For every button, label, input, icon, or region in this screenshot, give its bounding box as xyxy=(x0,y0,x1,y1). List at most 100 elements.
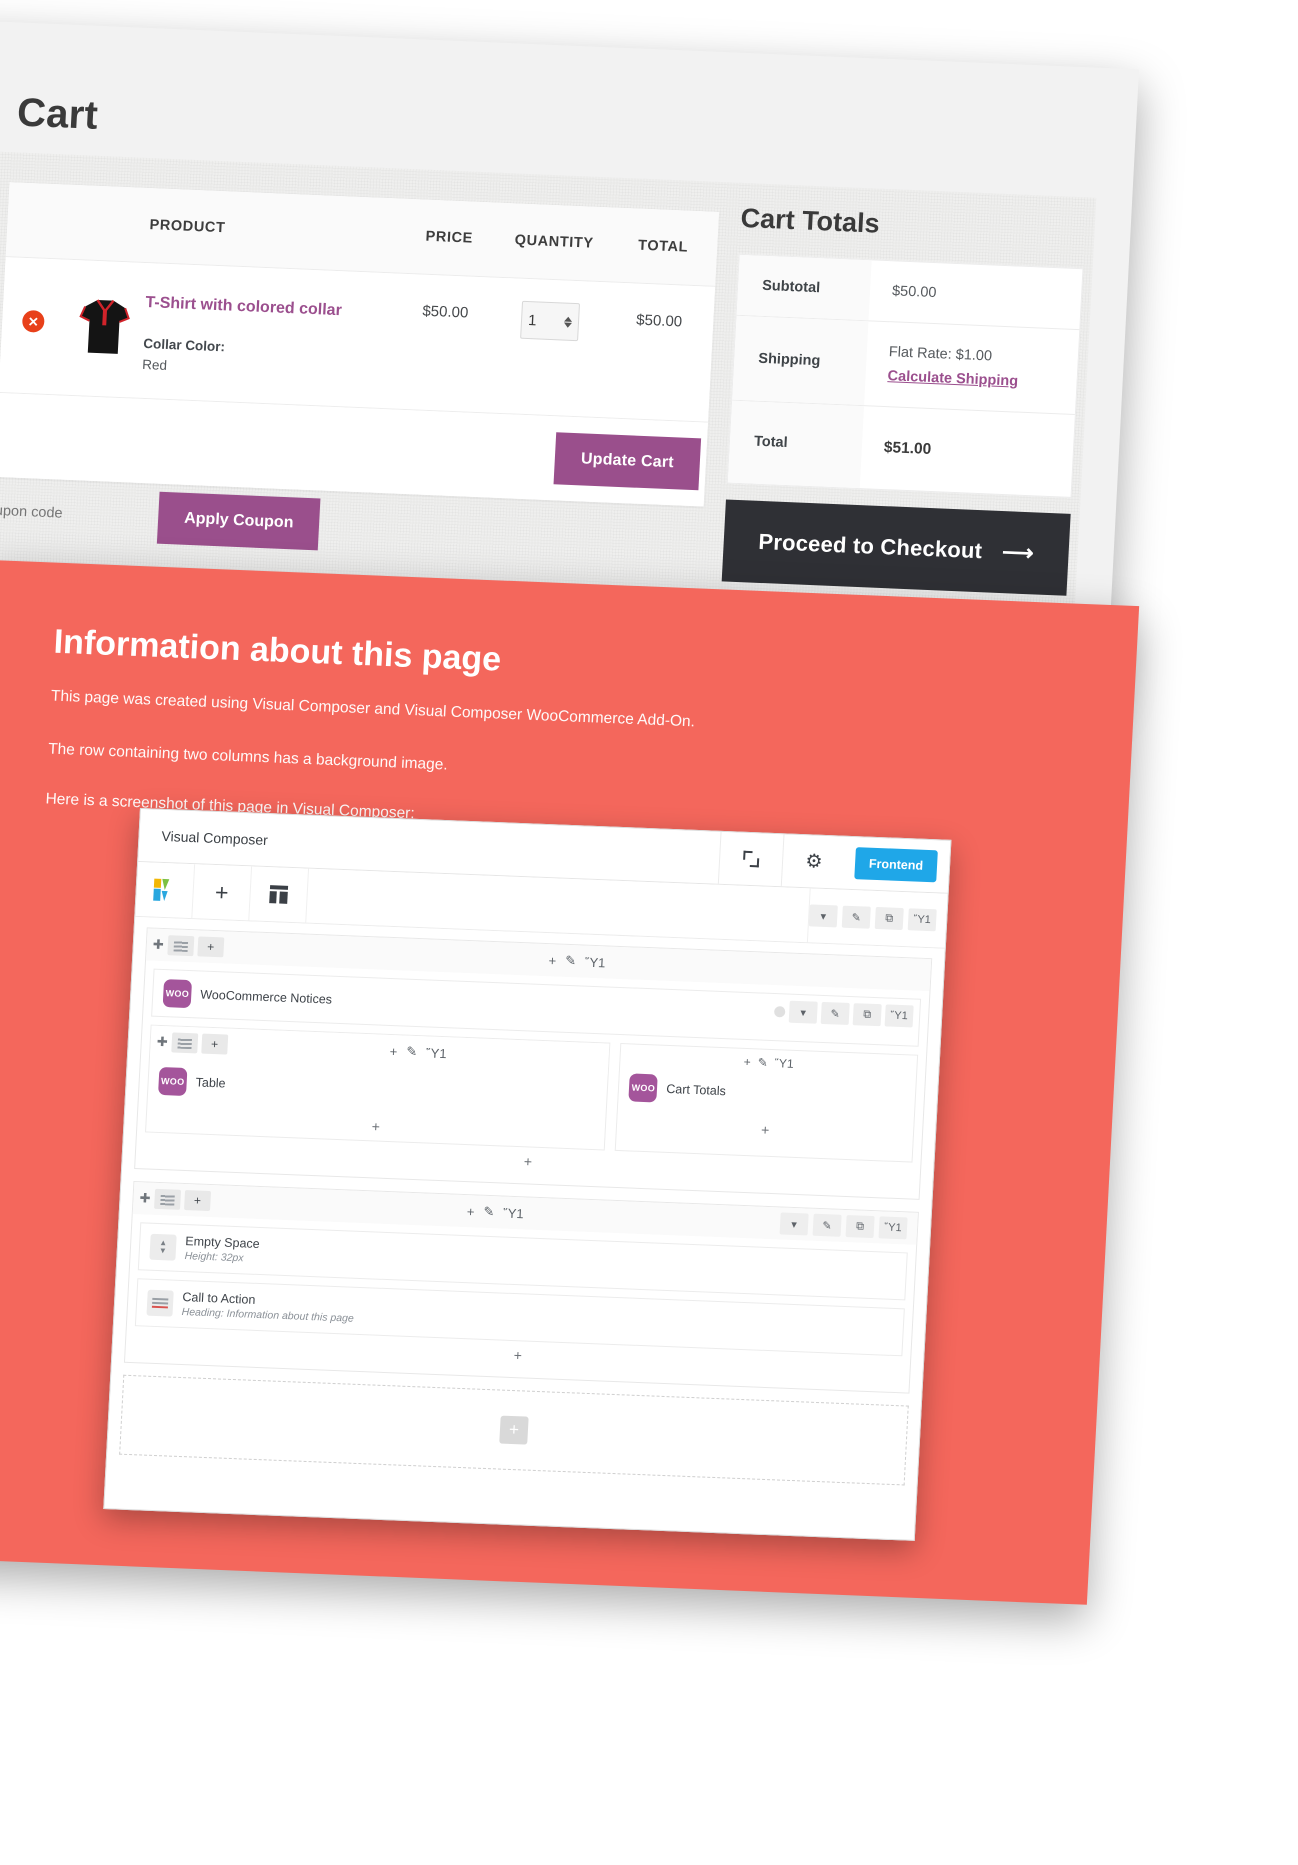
column-header-quantity: QUANTITY xyxy=(514,232,595,252)
empty-space-sub: Height: 32px xyxy=(184,1250,244,1265)
column-delete-icon[interactable]: Ὕ1 xyxy=(426,1045,447,1061)
templates-button[interactable] xyxy=(249,866,310,923)
apply-coupon-button[interactable]: Apply Coupon xyxy=(156,491,321,551)
page-title: Cart xyxy=(16,90,100,138)
quantity-spinner-icon[interactable] xyxy=(563,316,573,328)
visual-composer-canvas: ✚ + + ✎ Ὕ1 WOO WooCommerce Notices ▾ ✎ ⧉… xyxy=(106,916,945,1496)
settings-button[interactable]: ⚙ xyxy=(780,834,847,889)
remove-item-icon[interactable]: ✕ xyxy=(21,309,45,333)
add-column-icon[interactable]: + xyxy=(201,1033,229,1055)
builder-column-left: ✚ + + ✎ Ὕ1 WOO Table + xyxy=(145,1024,611,1151)
element-dropdown-icon[interactable]: ▾ xyxy=(788,1000,818,1024)
quantity-value: 1 xyxy=(527,311,537,329)
drag-handle-icon[interactable]: ✚ xyxy=(139,1190,151,1206)
product-name-link[interactable]: T-Shirt with colored collar xyxy=(145,291,396,325)
visual-composer-screenshot: ▲ Visual Composer ⚙ Frontend + xyxy=(103,808,952,1541)
notices-element-controls: ▾ ✎ ⧉ Ὕ1 xyxy=(773,1000,914,1028)
tshirt-thumbnail xyxy=(79,299,130,354)
row-edit-icon[interactable]: ✎ xyxy=(483,1204,495,1220)
totals-row-total: Total $51.00 xyxy=(727,400,1075,497)
column-header-thumbnail xyxy=(70,222,150,225)
row-edit-pencil-icon[interactable]: ✎ xyxy=(812,1213,842,1237)
visual-composer-logo xyxy=(153,878,170,902)
section-controls-top: ▾ ✎ ⧉ Ὕ1 xyxy=(808,904,947,932)
plus-icon: + xyxy=(214,878,230,906)
empty-space-label: Empty Space xyxy=(185,1234,261,1251)
totals-label-subtotal: Subtotal xyxy=(736,254,872,321)
totals-label-shipping: Shipping xyxy=(732,315,869,406)
edit-pencil-icon[interactable]: ✎ xyxy=(841,905,871,929)
column-edit-icon[interactable]: ✎ xyxy=(757,1055,768,1069)
screenshot-stage: Cart PRODUCT PRICE QUANTITY TOTAL ✕ T-Sh… xyxy=(0,0,1298,1865)
duplicate-icon[interactable]: ⧉ xyxy=(874,906,904,931)
column-header-remove xyxy=(8,219,70,222)
empty-space-icon: ▲ ▼ xyxy=(149,1233,177,1261)
expand-button[interactable] xyxy=(717,831,784,887)
quantity-stepper[interactable]: 1 xyxy=(520,300,581,342)
dropdown-caret-icon[interactable]: ▾ xyxy=(808,904,838,928)
expand-icon xyxy=(743,851,760,868)
row-add-icon[interactable]: + xyxy=(466,1204,474,1219)
column-left-controls: ✚ + xyxy=(150,1032,229,1055)
information-paragraph-2: The row containing two columns has a bac… xyxy=(47,740,449,774)
add-row-dropzone[interactable]: + xyxy=(119,1374,909,1486)
product-thumbnail-cell xyxy=(63,282,147,359)
calculate-shipping-link[interactable]: Calculate Shipping xyxy=(887,368,1077,392)
information-heading: Information about this page xyxy=(52,622,503,679)
column-layout-icon[interactable] xyxy=(153,1188,181,1210)
call-to-action-text: Call to Action Heading: Information abou… xyxy=(181,1290,355,1325)
column-edit-icon[interactable]: ✎ xyxy=(406,1044,418,1060)
add-column-icon[interactable]: + xyxy=(183,1190,211,1212)
row-1-left-controls: ✚ + xyxy=(146,934,225,958)
add-element-button[interactable]: + xyxy=(192,864,253,921)
call-to-action-icon xyxy=(146,1289,174,1317)
element-duplicate-icon[interactable]: ⧉ xyxy=(852,1003,882,1027)
column-header-product: PRODUCT xyxy=(149,217,226,237)
totals-value-subtotal: $50.00 xyxy=(891,283,937,302)
woocommerce-badge-icon: WOO xyxy=(162,979,193,1009)
builder-row-1: ✚ + + ✎ Ὕ1 WOO WooCommerce Notices ▾ ✎ ⧉… xyxy=(134,927,933,1200)
quantity-cell: 1 xyxy=(494,300,606,343)
gear-icon: ⚙ xyxy=(804,850,824,873)
woocommerce-badge-icon: WOO xyxy=(158,1066,188,1097)
row-dropdown-icon[interactable]: ▾ xyxy=(779,1212,809,1236)
element-edit-icon[interactable]: ✎ xyxy=(820,1001,850,1025)
cart-totals-panel: Cart Totals Subtotal $50.00 Shipping Fla… xyxy=(721,203,1087,596)
status-dot-icon xyxy=(773,1005,786,1017)
row-edit-icon[interactable]: ✎ xyxy=(565,953,577,969)
layout-icon xyxy=(269,885,289,904)
empty-space-text: Empty Space Height: 32px xyxy=(184,1234,260,1265)
row-delete-icon[interactable]: Ὕ1 xyxy=(503,1205,524,1221)
information-paragraph-1: This page was created using Visual Compo… xyxy=(50,687,696,731)
coupon-input[interactable] xyxy=(0,482,160,545)
proceed-to-checkout-button[interactable]: Proceed to Checkout ⟶ xyxy=(721,499,1071,596)
element-delete-icon[interactable]: Ὕ1 xyxy=(884,1004,914,1028)
drag-handle-icon[interactable]: ✚ xyxy=(152,937,165,953)
delete-trash-icon[interactable]: Ὕ1 xyxy=(907,908,937,932)
builder-column-right: + ✎ Ὕ1 WOO Cart Totals + xyxy=(615,1043,919,1163)
column-header-total: TOTAL xyxy=(637,237,689,256)
remove-cell: ✕ xyxy=(2,279,67,334)
visual-composer-logo-button[interactable] xyxy=(135,861,196,919)
row-1-content: WOO WooCommerce Notices ▾ ✎ ⧉ Ὕ1 ✚ + + ✎… xyxy=(135,960,929,1198)
column-delete-icon[interactable]: Ὕ1 xyxy=(774,1056,794,1071)
arrow-right-icon: ⟶ xyxy=(1001,539,1035,566)
drag-handle-icon[interactable]: ✚ xyxy=(156,1034,168,1050)
row-2-right-controls: ▾ ✎ ⧉ Ὕ1 xyxy=(779,1212,918,1240)
column-layout-icon[interactable] xyxy=(167,935,195,957)
row-trash-icon[interactable]: Ὕ1 xyxy=(878,1216,908,1240)
column-add-icon[interactable]: + xyxy=(389,1043,397,1058)
row-delete-icon[interactable]: Ὕ1 xyxy=(585,954,606,970)
product-meta-value: Red xyxy=(141,357,168,374)
row-duplicate-icon[interactable]: ⧉ xyxy=(845,1215,875,1239)
update-cart-button[interactable]: Update Cart xyxy=(553,432,702,491)
row-add-icon[interactable]: + xyxy=(548,953,556,968)
product-price: $50.00 xyxy=(422,302,469,322)
totals-row-shipping: Shipping Flat Rate: $1.00 Calculate Ship… xyxy=(732,315,1080,416)
row-2-content: ▲ ▼ Empty Space Height: 32px Call to Act… xyxy=(125,1214,916,1393)
add-column-icon[interactable]: + xyxy=(197,936,225,958)
frontend-button[interactable]: Frontend xyxy=(854,847,938,883)
visual-composer-title: Visual Composer xyxy=(161,827,269,849)
column-add-icon[interactable]: + xyxy=(743,1055,751,1069)
column-layout-icon[interactable] xyxy=(171,1032,199,1054)
